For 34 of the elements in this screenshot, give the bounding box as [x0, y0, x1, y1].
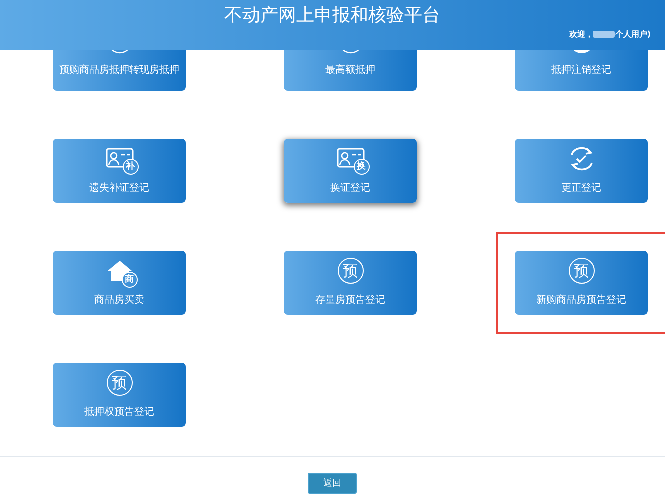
blurred-name: [593, 31, 616, 38]
tile-label: 预购商品房抵押转现房抵押: [60, 64, 180, 77]
badge-character: 商: [122, 272, 138, 288]
service-tile[interactable]: 预 存量房预告登记: [284, 251, 417, 315]
tile-label: 换证登记: [330, 182, 370, 195]
tile-label: 存量房预告登记: [316, 294, 386, 307]
badge-character: 补: [122, 158, 138, 174]
tile-label: 抵押注销登记: [552, 64, 612, 77]
service-tile[interactable]: 商 商品房买卖: [53, 251, 186, 315]
tile-label: 更正登记: [562, 182, 602, 195]
user-type-text: 个人用户): [615, 29, 651, 40]
id-card-icon: [106, 148, 134, 170]
page-title: 不动产网上申报和核验平台: [224, 4, 442, 26]
circled-character-icon: 预: [338, 258, 364, 284]
tile-label: 商品房买卖: [94, 294, 144, 307]
badge-character: 换: [354, 158, 370, 174]
service-tile[interactable]: 补 遗失补证登记: [53, 139, 186, 203]
service-tile[interactable]: 抵押注销登记: [515, 50, 648, 91]
service-tile[interactable]: 预 抵押权预告登记: [53, 363, 186, 427]
service-tile[interactable]: 更正登记: [515, 139, 648, 203]
service-tile[interactable]: 换 换证登记: [284, 139, 417, 203]
service-tile[interactable]: 预 新购商品房预告登记: [515, 251, 648, 315]
tile-label: 新购商品房预告登记: [536, 294, 626, 307]
house-icon: [106, 258, 132, 282]
circled-character-icon: 预: [568, 258, 594, 284]
service-tile[interactable]: 最高额抵押: [284, 50, 417, 91]
welcome-text: 欢迎，: [569, 29, 594, 40]
tile-label: 抵押权预告登记: [84, 406, 154, 419]
service-tile[interactable]: 预购商品房抵押转现房抵押: [53, 50, 186, 91]
id-card-icon: [336, 148, 364, 170]
tile-label: 最高额抵押: [326, 64, 376, 77]
tile-label: 遗失补证登记: [90, 182, 150, 195]
circled-character-icon: 预: [106, 370, 132, 396]
back-button[interactable]: 返回: [308, 473, 357, 494]
